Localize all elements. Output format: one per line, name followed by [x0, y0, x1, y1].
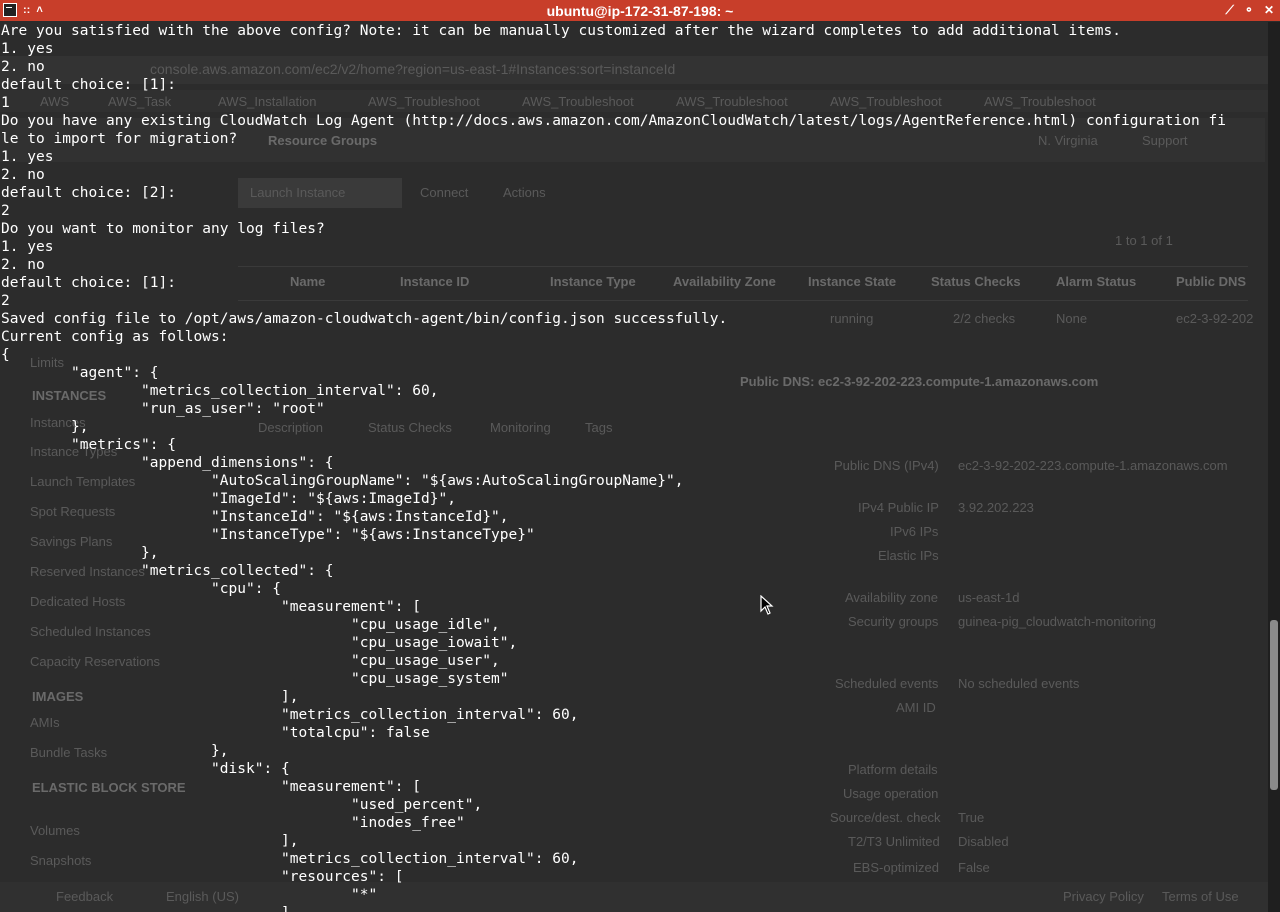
terminal-line: "cpu_usage_idle",	[1, 617, 500, 633]
terminal-line: "*"	[1, 887, 378, 903]
terminal-line: Are you satisfied with the above config?…	[1, 23, 1121, 39]
terminal-line: ],	[1, 833, 299, 849]
terminal-line: "InstanceType": "${aws:InstanceType}"	[1, 527, 535, 543]
terminal-line: "disk": {	[1, 761, 290, 777]
terminal-line: "totalcpu": false	[1, 725, 430, 741]
terminal-line: Do you want to monitor any log files?	[1, 221, 325, 237]
titlebar-left-controls: :: ˄	[3, 2, 43, 18]
terminal-line: },	[1, 545, 159, 561]
window-title: ubuntu@ip-172-31-87-198: ~	[546, 2, 734, 19]
terminal-line: "measurement": [	[1, 599, 421, 615]
terminal-line: Current config as follows:	[1, 329, 229, 345]
terminal-scrollbar[interactable]	[1268, 22, 1280, 912]
terminal-line: le to import for migration?	[1, 131, 238, 147]
terminal-line: 1	[1, 95, 10, 111]
terminal-line: "ImageId": "${aws:ImageId}",	[1, 491, 456, 507]
terminal-line: default choice: [2]:	[1, 185, 176, 201]
close-icon[interactable]: ✕	[1264, 2, 1274, 18]
window-titlebar[interactable]: :: ˄ ubuntu@ip-172-31-87-198: ~ ⟋ ⚬ ✕	[0, 0, 1280, 21]
terminal-line: "used_percent",	[1, 797, 483, 813]
terminal-line: "cpu_usage_user",	[1, 653, 500, 669]
window-controls: ⟋ ⚬ ✕	[1225, 2, 1274, 18]
terminal-line: "cpu": {	[1, 581, 281, 597]
window-menu-icon[interactable]: ::	[23, 2, 30, 18]
terminal-line: Saved config file to /opt/aws/amazon-clo…	[1, 311, 728, 327]
terminal-line: 1. yes	[1, 239, 54, 255]
terminal-line: 2. no	[1, 59, 45, 75]
terminal-line: 1. yes	[1, 41, 54, 57]
terminal-line: "cpu_usage_iowait",	[1, 635, 518, 651]
terminal-line: 2	[1, 203, 10, 219]
terminal-line: 2	[1, 293, 10, 309]
terminal-line: "run_as_user": "root"	[1, 401, 325, 417]
terminal-line: default choice: [1]:	[1, 77, 176, 93]
terminal-line: ],	[1, 689, 299, 705]
terminal-line: "append_dimensions": {	[1, 455, 334, 471]
minimize-icon[interactable]: ⟋	[1225, 2, 1233, 18]
terminal-line: "metrics_collected": {	[1, 563, 334, 579]
terminal-line: "metrics": {	[1, 437, 176, 453]
terminal-line: "resources": [	[1, 869, 404, 885]
scrollbar-thumb[interactable]	[1270, 620, 1278, 790]
terminal-line: "AutoScalingGroupName": "${aws:AutoScali…	[1, 473, 684, 489]
terminal-line: default choice: [1]:	[1, 275, 176, 291]
terminal-line: ],	[1, 904, 1263, 912]
terminal-line: "measurement": [	[1, 779, 421, 795]
terminal-line: "metrics_collection_interval": 60,	[1, 383, 439, 399]
terminal-line: },	[1, 743, 229, 759]
terminal-app-icon[interactable]	[3, 3, 17, 17]
terminal-line: },	[1, 419, 89, 435]
terminal-line: 2. no	[1, 257, 45, 273]
terminal-line: {	[1, 347, 10, 363]
terminal-line: 2. no	[1, 167, 45, 183]
terminal-line: "metrics_collection_interval": 60,	[1, 707, 579, 723]
terminal-line: "inodes_free"	[1, 815, 465, 831]
terminal-line: Do you have any existing CloudWatch Log …	[1, 113, 1226, 129]
terminal-line: "agent": {	[1, 365, 159, 381]
terminal-line: "metrics_collection_interval": 60,	[1, 851, 579, 867]
maximize-icon[interactable]: ⚬	[1244, 2, 1254, 18]
terminal-line: "InstanceId": "${aws:InstanceId}",	[1, 509, 509, 525]
terminal-line: 1. yes	[1, 149, 54, 165]
terminal-output[interactable]: Are you satisfied with the above config?…	[1, 22, 1263, 912]
pin-icon[interactable]: ˄	[36, 2, 42, 18]
terminal-line: "cpu_usage_system"	[1, 671, 509, 687]
